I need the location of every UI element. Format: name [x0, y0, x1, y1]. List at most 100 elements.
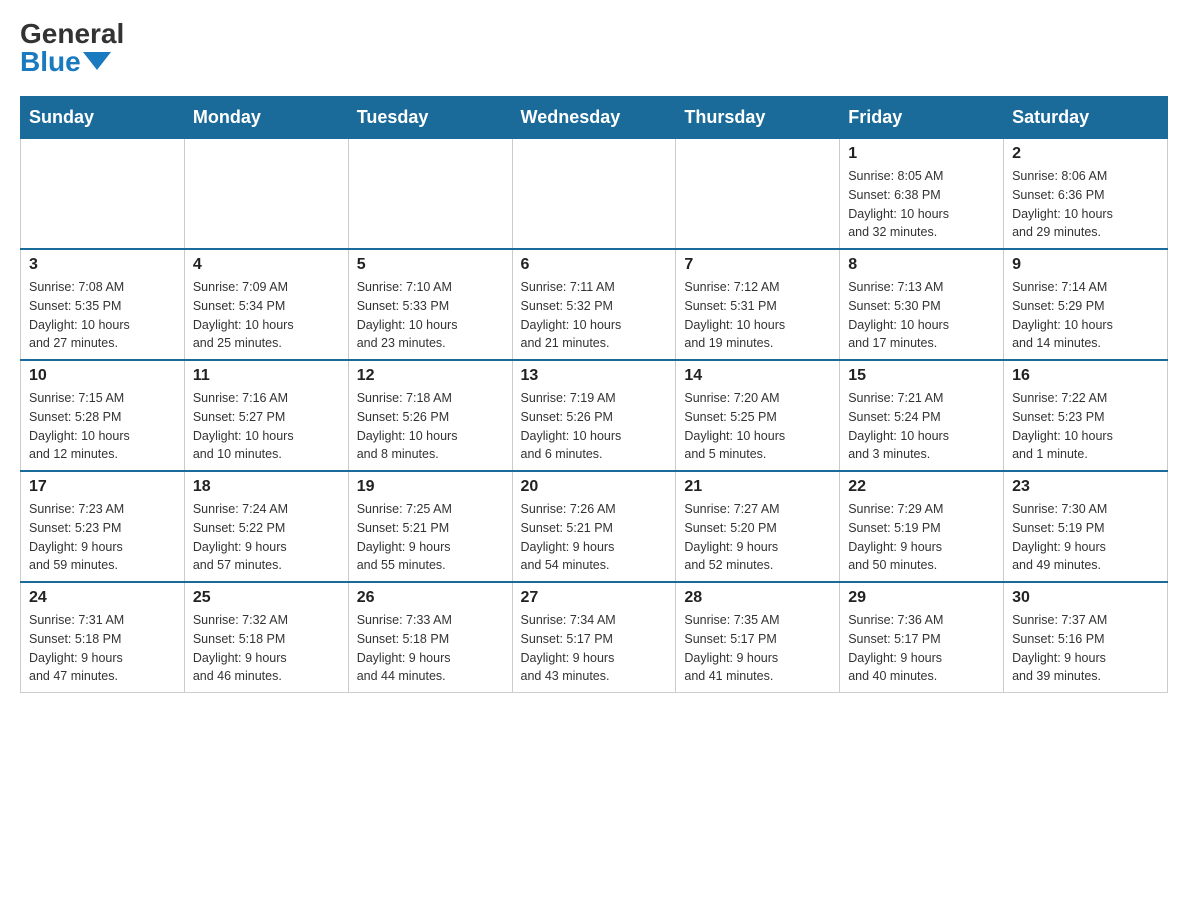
calendar-cell: 30 Sunrise: 7:37 AM Sunset: 5:16 PM Dayli…	[1004, 582, 1168, 693]
day-number: 15	[848, 367, 995, 385]
day-number: 26	[357, 589, 504, 607]
calendar-cell: 28 Sunrise: 7:35 AM Sunset: 5:17 PM Dayli…	[676, 582, 840, 693]
calendar-cell: 13 Sunrise: 7:19 AM Sunset: 5:26 PM Dayli…	[512, 360, 676, 471]
day-info: Sunrise: 7:32 AM Sunset: 5:18 PM Dayligh…	[193, 611, 340, 686]
day-info: Sunrise: 7:34 AM Sunset: 5:17 PM Dayligh…	[521, 611, 668, 686]
day-info: Sunrise: 7:14 AM Sunset: 5:29 PM Dayligh…	[1012, 278, 1159, 353]
day-number: 20	[521, 478, 668, 496]
weekday-header-monday: Monday	[184, 97, 348, 139]
day-number: 1	[848, 145, 995, 163]
calendar-cell: 7 Sunrise: 7:12 AM Sunset: 5:31 PM Daylig…	[676, 249, 840, 360]
day-info: Sunrise: 7:10 AM Sunset: 5:33 PM Dayligh…	[357, 278, 504, 353]
day-number: 13	[521, 367, 668, 385]
day-number: 4	[193, 256, 340, 274]
day-number: 5	[357, 256, 504, 274]
day-info: Sunrise: 7:36 AM Sunset: 5:17 PM Dayligh…	[848, 611, 995, 686]
day-info: Sunrise: 7:18 AM Sunset: 5:26 PM Dayligh…	[357, 389, 504, 464]
calendar-cell: 25 Sunrise: 7:32 AM Sunset: 5:18 PM Dayli…	[184, 582, 348, 693]
day-info: Sunrise: 7:19 AM Sunset: 5:26 PM Dayligh…	[521, 389, 668, 464]
day-number: 7	[684, 256, 831, 274]
day-info: Sunrise: 7:22 AM Sunset: 5:23 PM Dayligh…	[1012, 389, 1159, 464]
calendar-cell: 24 Sunrise: 7:31 AM Sunset: 5:18 PM Dayli…	[21, 582, 185, 693]
calendar-cell: 29 Sunrise: 7:36 AM Sunset: 5:17 PM Dayli…	[840, 582, 1004, 693]
day-number: 14	[684, 367, 831, 385]
day-number: 16	[1012, 367, 1159, 385]
calendar-cell: 17 Sunrise: 7:23 AM Sunset: 5:23 PM Dayli…	[21, 471, 185, 582]
day-info: Sunrise: 7:23 AM Sunset: 5:23 PM Dayligh…	[29, 500, 176, 575]
day-info: Sunrise: 7:33 AM Sunset: 5:18 PM Dayligh…	[357, 611, 504, 686]
day-number: 17	[29, 478, 176, 496]
logo-general-text: General	[20, 20, 124, 48]
day-info: Sunrise: 7:11 AM Sunset: 5:32 PM Dayligh…	[521, 278, 668, 353]
day-number: 23	[1012, 478, 1159, 496]
calendar-cell: 5 Sunrise: 7:10 AM Sunset: 5:33 PM Daylig…	[348, 249, 512, 360]
logo-blue-text: Blue	[20, 48, 81, 76]
day-number: 2	[1012, 145, 1159, 163]
calendar-cell: 6 Sunrise: 7:11 AM Sunset: 5:32 PM Daylig…	[512, 249, 676, 360]
day-number: 9	[1012, 256, 1159, 274]
day-info: Sunrise: 8:05 AM Sunset: 6:38 PM Dayligh…	[848, 167, 995, 242]
day-number: 27	[521, 589, 668, 607]
day-number: 29	[848, 589, 995, 607]
calendar-row-3: 17 Sunrise: 7:23 AM Sunset: 5:23 PM Dayli…	[21, 471, 1168, 582]
day-info: Sunrise: 7:08 AM Sunset: 5:35 PM Dayligh…	[29, 278, 176, 353]
calendar-cell: 27 Sunrise: 7:34 AM Sunset: 5:17 PM Dayli…	[512, 582, 676, 693]
day-number: 25	[193, 589, 340, 607]
day-number: 24	[29, 589, 176, 607]
day-number: 21	[684, 478, 831, 496]
day-number: 12	[357, 367, 504, 385]
day-info: Sunrise: 7:37 AM Sunset: 5:16 PM Dayligh…	[1012, 611, 1159, 686]
calendar-cell: 14 Sunrise: 7:20 AM Sunset: 5:25 PM Dayli…	[676, 360, 840, 471]
day-number: 28	[684, 589, 831, 607]
calendar-cell: 21 Sunrise: 7:27 AM Sunset: 5:20 PM Dayli…	[676, 471, 840, 582]
day-info: Sunrise: 7:25 AM Sunset: 5:21 PM Dayligh…	[357, 500, 504, 575]
day-number: 11	[193, 367, 340, 385]
day-info: Sunrise: 7:15 AM Sunset: 5:28 PM Dayligh…	[29, 389, 176, 464]
calendar-cell: 1 Sunrise: 8:05 AM Sunset: 6:38 PM Daylig…	[840, 139, 1004, 250]
logo: General Blue	[20, 20, 124, 76]
day-info: Sunrise: 7:35 AM Sunset: 5:17 PM Dayligh…	[684, 611, 831, 686]
day-info: Sunrise: 7:31 AM Sunset: 5:18 PM Dayligh…	[29, 611, 176, 686]
calendar-cell: 16 Sunrise: 7:22 AM Sunset: 5:23 PM Dayli…	[1004, 360, 1168, 471]
day-number: 30	[1012, 589, 1159, 607]
day-info: Sunrise: 7:26 AM Sunset: 5:21 PM Dayligh…	[521, 500, 668, 575]
calendar-cell: 22Sunrise: 7:29 AM Sunset: 5:19 PM Dayli…	[840, 471, 1004, 582]
calendar-cell: 26 Sunrise: 7:33 AM Sunset: 5:18 PM Dayli…	[348, 582, 512, 693]
day-info: Sunrise: 7:27 AM Sunset: 5:20 PM Dayligh…	[684, 500, 831, 575]
calendar-cell	[21, 139, 185, 250]
logo-triangle-icon	[83, 52, 111, 70]
day-info: Sunrise: 8:06 AM Sunset: 6:36 PM Dayligh…	[1012, 167, 1159, 242]
calendar-cell: 2 Sunrise: 8:06 AM Sunset: 6:36 PM Daylig…	[1004, 139, 1168, 250]
day-info: Sunrise: 7:24 AM Sunset: 5:22 PM Dayligh…	[193, 500, 340, 575]
calendar-cell	[512, 139, 676, 250]
day-number: 6	[521, 256, 668, 274]
calendar-cell	[676, 139, 840, 250]
weekday-header-sunday: Sunday	[21, 97, 185, 139]
calendar-row-1: 3 Sunrise: 7:08 AM Sunset: 5:35 PM Daylig…	[21, 249, 1168, 360]
day-number: 19	[357, 478, 504, 496]
calendar-cell	[348, 139, 512, 250]
calendar-cell: 18 Sunrise: 7:24 AM Sunset: 5:22 PM Dayli…	[184, 471, 348, 582]
calendar-row-4: 24 Sunrise: 7:31 AM Sunset: 5:18 PM Dayli…	[21, 582, 1168, 693]
calendar-cell: 9 Sunrise: 7:14 AM Sunset: 5:29 PM Daylig…	[1004, 249, 1168, 360]
calendar-cell: 15Sunrise: 7:21 AM Sunset: 5:24 PM Dayli…	[840, 360, 1004, 471]
day-info: Sunrise: 7:20 AM Sunset: 5:25 PM Dayligh…	[684, 389, 831, 464]
calendar-cell: 11Sunrise: 7:16 AM Sunset: 5:27 PM Dayli…	[184, 360, 348, 471]
day-number: 10	[29, 367, 176, 385]
calendar-cell: 20 Sunrise: 7:26 AM Sunset: 5:21 PM Dayli…	[512, 471, 676, 582]
day-number: 18	[193, 478, 340, 496]
calendar-row-2: 10 Sunrise: 7:15 AM Sunset: 5:28 PM Dayli…	[21, 360, 1168, 471]
calendar-row-0: 1 Sunrise: 8:05 AM Sunset: 6:38 PM Daylig…	[21, 139, 1168, 250]
calendar-cell	[184, 139, 348, 250]
calendar-cell: 12 Sunrise: 7:18 AM Sunset: 5:26 PM Dayli…	[348, 360, 512, 471]
day-number: 3	[29, 256, 176, 274]
day-info: Sunrise: 7:09 AM Sunset: 5:34 PM Dayligh…	[193, 278, 340, 353]
day-info: Sunrise: 7:29 AM Sunset: 5:19 PM Dayligh…	[848, 500, 995, 575]
day-info: Sunrise: 7:12 AM Sunset: 5:31 PM Dayligh…	[684, 278, 831, 353]
weekday-header-wednesday: Wednesday	[512, 97, 676, 139]
calendar-cell: 19 Sunrise: 7:25 AM Sunset: 5:21 PM Dayli…	[348, 471, 512, 582]
page-header: General Blue	[20, 20, 1168, 76]
day-info: Sunrise: 7:13 AM Sunset: 5:30 PM Dayligh…	[848, 278, 995, 353]
calendar-cell: 23Sunrise: 7:30 AM Sunset: 5:19 PM Dayli…	[1004, 471, 1168, 582]
weekday-header-saturday: Saturday	[1004, 97, 1168, 139]
